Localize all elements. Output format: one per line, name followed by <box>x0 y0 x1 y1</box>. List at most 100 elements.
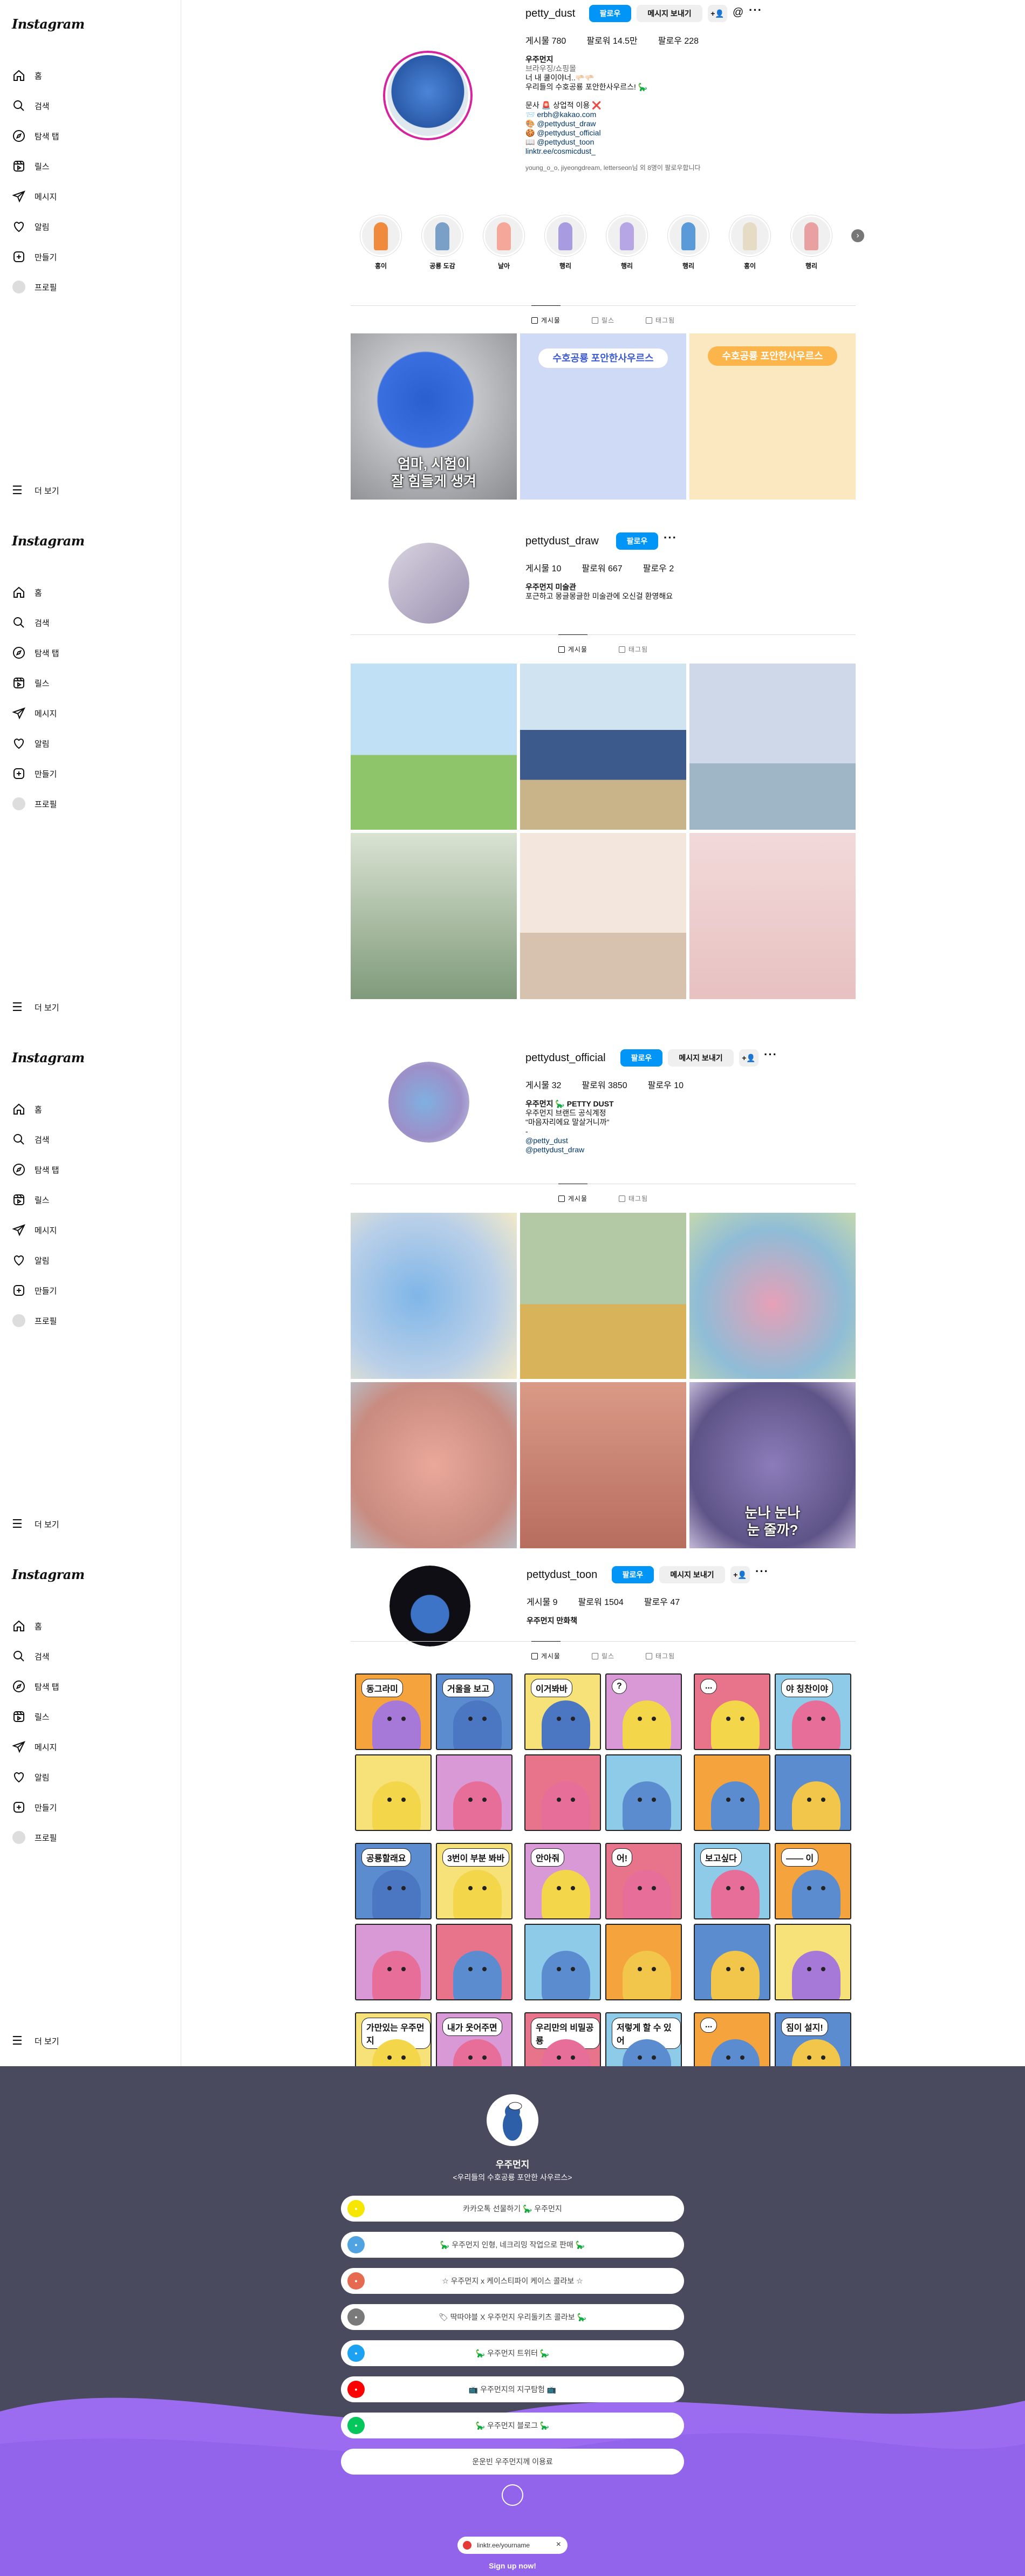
link-button[interactable]: • 🦕 우주먼지 트위터 🦕 <box>341 2340 684 2366</box>
follow-button[interactable]: 팔로우 <box>589 5 631 22</box>
bio-line[interactable]: @petty_dust <box>525 1136 752 1145</box>
bio-line[interactable]: 📖 @pettydust_toon <box>525 138 752 147</box>
profile-picture[interactable] <box>388 543 469 624</box>
nav-item-2[interactable]: 탐색 탭 <box>12 121 59 151</box>
profile-picture[interactable] <box>383 51 473 140</box>
more-button[interactable]: ☰ 더 보기 <box>12 1517 59 1531</box>
tab-posts[interactable]: 게시물 <box>531 1641 561 1661</box>
nav-item-6[interactable]: 만들기 <box>12 1275 59 1306</box>
nav-item-0[interactable]: 홈 <box>12 1611 59 1641</box>
comic-post[interactable]: 가만있는 우주먼지 내가 웃어주면 <box>351 2008 517 2067</box>
nav-item-6[interactable]: 만들기 <box>12 759 59 789</box>
comic-post[interactable]: 동그라미 거울을 보고 <box>351 1669 517 1835</box>
add-person-button[interactable]: +👤 <box>708 5 727 22</box>
highlight-item[interactable]: 행리 <box>605 215 648 270</box>
nav-item-4[interactable]: 메시지 <box>12 181 59 211</box>
tab-posts[interactable]: 게시물 <box>531 305 561 325</box>
nav-item-4[interactable]: 메시지 <box>12 698 59 728</box>
bio-line[interactable]: 🎨 @pettydust_draw <box>525 119 752 128</box>
nav-item-2[interactable]: 탐색 탭 <box>12 1671 59 1702</box>
highlight-item[interactable]: 홍이 <box>359 215 402 270</box>
nav-item-5[interactable]: 알림 <box>12 1762 59 1792</box>
highlight-item[interactable]: 홍이 <box>728 215 771 270</box>
more-button[interactable]: ☰ 더 보기 <box>12 483 59 497</box>
post-thumbnail[interactable] <box>689 664 856 830</box>
bio-line[interactable]: @pettydust_draw <box>525 1145 752 1154</box>
follow-button[interactable]: 팔로우 <box>620 1049 662 1067</box>
nav-item-4[interactable]: 메시지 <box>12 1732 59 1762</box>
post-thumbnail[interactable] <box>351 1382 517 1548</box>
comic-post[interactable]: 안아줘 어! <box>520 1839 686 2005</box>
post-thumbnail[interactable] <box>520 1382 686 1548</box>
instagram-logo[interactable]: Instagram <box>12 533 85 549</box>
bio-line[interactable]: linktr.ee/cosmicdust_ <box>525 147 752 156</box>
nav-item-2[interactable]: 탐색 탭 <box>12 1154 59 1185</box>
highlight-item[interactable]: 행리 <box>544 215 587 270</box>
nav-item-1[interactable]: 검색 <box>12 91 59 121</box>
post-thumbnail[interactable] <box>689 833 856 999</box>
post-thumbnail[interactable] <box>520 833 686 999</box>
following-count[interactable]: 팔로우 47 <box>644 1595 680 1608</box>
nav-item-6[interactable]: 만들기 <box>12 1792 59 1822</box>
post-thumbnail[interactable] <box>689 1213 856 1379</box>
profile-picture[interactable] <box>388 1062 469 1143</box>
post-thumbnail[interactable] <box>520 664 686 830</box>
nav-item-7[interactable]: 프로필 <box>12 789 59 819</box>
tab-posts[interactable]: 게시물 <box>558 1184 588 1203</box>
link-button[interactable]: • 카카오톡 선물하기 🦕 우주먼지 <box>341 2196 684 2222</box>
tab-posts[interactable]: 게시물 <box>558 634 588 654</box>
link-button[interactable]: • 🏷 딱따야블 X 우주먼지 우리둘키츠 콜라보 🦕 <box>341 2304 684 2330</box>
follow-button[interactable]: 팔로우 <box>612 1566 654 1583</box>
comic-post[interactable]: ... 야 칭찬이야 <box>689 1669 856 1835</box>
highlight-item[interactable]: 행리 <box>790 215 833 270</box>
follow-button[interactable]: 팔로우 <box>616 532 658 550</box>
instagram-logo[interactable]: Instagram <box>12 16 85 32</box>
link-button[interactable]: • 🦕 우주먼지 블로그 🦕 <box>341 2413 684 2438</box>
nav-item-3[interactable]: 릴스 <box>12 1702 59 1732</box>
link-button[interactable]: • ☆ 우주먼지 x 케이스티파이 케이스 콜라보 ☆ <box>341 2268 684 2294</box>
post-thumbnail[interactable] <box>351 833 517 999</box>
nav-item-1[interactable]: 검색 <box>12 1641 59 1671</box>
comic-post[interactable]: 우리만의 비밀공룡 저렇게 할 수 있어 <box>520 2008 686 2067</box>
message-button[interactable]: 메시지 보내기 <box>637 5 702 22</box>
instagram-icon[interactable] <box>502 2484 523 2506</box>
comic-post[interactable]: 보고싶다 —— 이 <box>689 1839 856 2005</box>
nav-item-4[interactable]: 메시지 <box>12 1215 59 1245</box>
nav-item-1[interactable]: 검색 <box>12 607 59 638</box>
signup-link[interactable]: Sign up now! <box>0 2561 1025 2570</box>
instagram-logo[interactable]: Instagram <box>12 1567 85 1582</box>
post-thumbnail[interactable] <box>351 1213 517 1379</box>
post-thumbnail[interactable]: 수호공룡 포안한사우르스 <box>689 333 856 500</box>
highlight-item[interactable]: 행리 <box>667 215 710 270</box>
message-button[interactable]: 메시지 보내기 <box>659 1566 725 1583</box>
followers-count[interactable]: 팔로워 14.5만 <box>586 33 637 46</box>
more-button[interactable]: ☰ 더 보기 <box>12 2034 59 2048</box>
tab-tagged[interactable]: 태그됨 <box>619 1184 648 1203</box>
chevron-right-icon[interactable]: › <box>851 229 864 242</box>
following-count[interactable]: 팔로우 10 <box>648 1078 684 1091</box>
post-thumbnail[interactable]: 눈나 눈나 눈 줄까? <box>689 1382 856 1548</box>
message-button[interactable]: 메시지 보내기 <box>668 1049 734 1067</box>
tab-reels[interactable]: 릴스 <box>591 306 614 325</box>
nav-item-6[interactable]: 만들기 <box>12 242 59 272</box>
options-icon[interactable]: ··· <box>749 3 762 17</box>
bio-line[interactable]: 🍪 @pettydust_official <box>525 128 752 138</box>
options-icon[interactable]: ··· <box>664 531 677 545</box>
nav-item-0[interactable]: 홈 <box>12 577 59 607</box>
post-thumbnail[interactable] <box>351 664 517 830</box>
nav-item-7[interactable]: 프로필 <box>12 272 59 302</box>
following-count[interactable]: 팔로우 228 <box>658 33 699 46</box>
url-pill[interactable]: linktr.ee/yourname × <box>457 2537 568 2554</box>
nav-item-0[interactable]: 홈 <box>12 60 59 91</box>
tab-tagged[interactable]: 태그됨 <box>646 306 675 325</box>
nav-item-5[interactable]: 알림 <box>12 1245 59 1275</box>
options-icon[interactable]: ··· <box>755 1564 769 1579</box>
highlight-item[interactable]: 공룡 도감 <box>421 215 464 270</box>
tab-tagged[interactable]: 태그됨 <box>619 635 648 654</box>
instagram-logo[interactable]: Instagram <box>12 1050 85 1065</box>
profile-picture[interactable] <box>390 1566 470 1646</box>
comic-post[interactable]: ... 짐이 설지! <box>689 2008 856 2067</box>
followers-count[interactable]: 팔로워 3850 <box>582 1078 627 1091</box>
post-thumbnail[interactable] <box>520 1213 686 1379</box>
nav-item-0[interactable]: 홈 <box>12 1094 59 1124</box>
